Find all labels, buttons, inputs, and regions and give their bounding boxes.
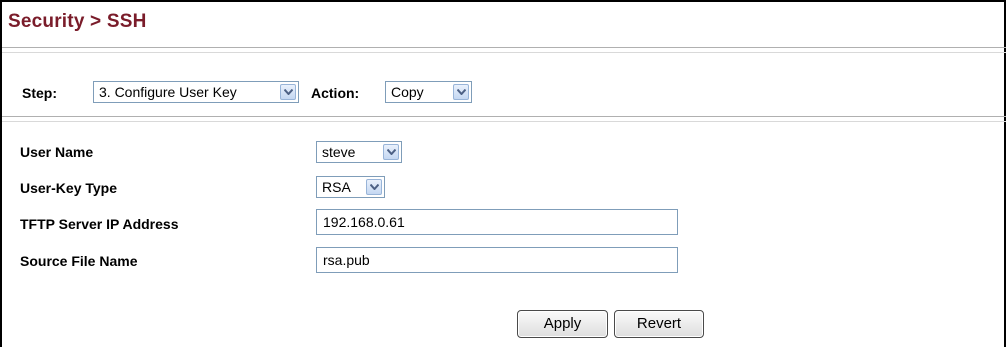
source-file-label: Source File Name: [20, 253, 138, 269]
toolbar-divider: [2, 116, 1006, 117]
title-divider-shadow: [2, 52, 1006, 53]
chevron-down-icon[interactable]: [453, 84, 469, 100]
tftp-server-input[interactable]: 192.168.0.61: [316, 209, 678, 235]
chevron-down-icon[interactable]: [280, 84, 296, 100]
user-name-label: User Name: [20, 144, 94, 160]
user-name-select[interactable]: steve: [316, 141, 402, 163]
step-select-value: 3. Configure User Key: [99, 84, 237, 100]
source-file-input[interactable]: rsa.pub: [316, 247, 678, 273]
chevron-down-icon[interactable]: [383, 144, 399, 160]
key-type-select[interactable]: RSA: [316, 176, 385, 198]
apply-button[interactable]: Apply: [517, 310, 608, 338]
key-type-select-value: RSA: [322, 179, 351, 195]
toolbar-divider-shadow: [2, 121, 1006, 122]
action-select[interactable]: Copy: [385, 81, 472, 103]
page-title: Security > SSH: [8, 11, 147, 32]
chevron-down-icon[interactable]: [366, 179, 382, 195]
user-name-select-value: steve: [322, 144, 356, 160]
step-label: Step:: [22, 85, 57, 101]
step-select[interactable]: 3. Configure User Key: [93, 81, 299, 103]
action-select-value: Copy: [391, 84, 424, 100]
revert-button[interactable]: Revert: [614, 310, 704, 338]
tftp-server-label: TFTP Server IP Address: [20, 216, 179, 232]
key-type-label: User-Key Type: [20, 180, 118, 196]
title-divider: [2, 47, 1006, 48]
action-label: Action:: [311, 85, 360, 101]
